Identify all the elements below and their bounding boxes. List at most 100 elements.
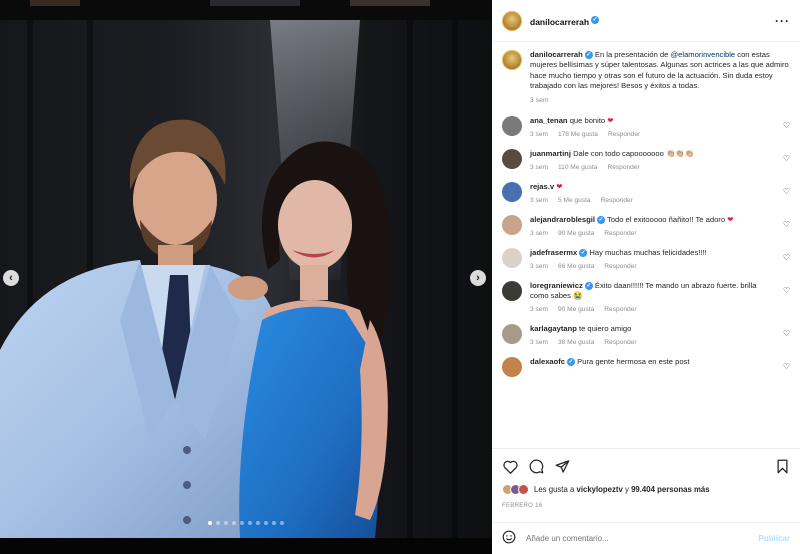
comment-likes[interactable]: 90 Me gusta — [558, 306, 594, 313]
comment-text: Pura gente hermosa en este post — [577, 356, 690, 366]
comment-like-heart-icon[interactable]: ♡ — [783, 329, 790, 338]
bookmark-icon[interactable] — [774, 459, 790, 475]
smiley-icon[interactable] — [502, 530, 516, 547]
commenter-username[interactable]: ana_tenan — [530, 116, 568, 125]
commenter-username[interactable]: alejandraroblesgil — [530, 215, 595, 224]
comment-row: jadefrasermx ✓ Hay muchas muchas felicida… — [502, 247, 790, 270]
more-horizontal-icon[interactable]: ··· — [775, 14, 790, 28]
caption-text-before: En la presentación de — [594, 50, 671, 59]
comments-list[interactable]: danilocarrerah ✓ En la presentación de @e… — [492, 42, 800, 446]
likes-middle: y — [622, 485, 632, 494]
comment-text: Hay muchas muchas felicidades!!!! — [589, 247, 707, 257]
send-icon[interactable] — [554, 459, 570, 475]
commenter-avatar[interactable] — [502, 323, 522, 344]
comment-reply-button[interactable]: Responder — [604, 263, 636, 270]
author-avatar[interactable] — [502, 10, 522, 31]
likes-text: Les gusta a vickylopeztv y 99.404 person… — [534, 485, 710, 494]
comment-text: te quiero amigo — [578, 323, 632, 333]
commenter-avatar[interactable] — [502, 214, 522, 235]
carousel-dot[interactable] — [248, 521, 252, 525]
likes-count-link[interactable]: 99.404 personas más — [631, 485, 709, 494]
comment-like-heart-icon[interactable]: ♡ — [783, 187, 790, 196]
commenter-avatar[interactable] — [502, 181, 522, 202]
comment-meta: 3 sem 178 Me gusta Responder — [530, 131, 776, 138]
commenter-avatar[interactable] — [502, 247, 522, 268]
carousel-dot[interactable] — [240, 521, 244, 525]
commenter-username[interactable]: dalexaofc — [530, 357, 565, 366]
verified-badge-icon: ✓ — [584, 281, 593, 290]
comment-row: karlagaytanp te quiero amigo 3 sem 38 Me g… — [502, 323, 790, 346]
carousel-dots — [0, 521, 492, 525]
likes-prefix: Les gusta a — [534, 485, 577, 494]
comment-meta: 3 sem 110 Me gusta Responder — [530, 164, 776, 171]
post-date: FEBRERO 16 — [502, 503, 543, 509]
comment-like-heart-icon[interactable]: ♡ — [783, 286, 790, 295]
comment-like-heart-icon[interactable]: ♡ — [783, 121, 790, 130]
caption-author-avatar[interactable] — [502, 50, 522, 70]
author-username[interactable]: danilocarrerah — [530, 17, 589, 27]
likes-user-link[interactable]: vickylopeztv — [576, 485, 622, 494]
commenter-username[interactable]: loregraniewicz — [530, 281, 583, 290]
carousel-dot[interactable] — [256, 521, 260, 525]
carousel-dot[interactable] — [272, 521, 276, 525]
verified-badge-icon: ✓ — [597, 215, 605, 224]
comment-like-heart-icon[interactable]: ♡ — [783, 253, 790, 262]
caption-username[interactable]: danilocarrerah — [530, 50, 583, 59]
carousel-dot[interactable] — [224, 521, 228, 525]
commenter-avatar[interactable] — [502, 356, 522, 377]
carousel-dot[interactable] — [264, 521, 268, 525]
comment-likes[interactable]: 90 Me gusta — [558, 230, 594, 237]
comment-like-heart-icon[interactable]: ♡ — [783, 154, 790, 163]
comment-row: ana_tenan que bonito ❤ 3 sem 178 Me gusta R… — [502, 115, 790, 138]
commenter-username[interactable]: karlagaytanp — [530, 324, 577, 333]
carousel-dot[interactable] — [216, 521, 220, 525]
caption-mention-link[interactable]: @elamorinvencible — [670, 50, 735, 59]
comment-reply-button[interactable]: Responder — [604, 306, 636, 313]
commenter-username[interactable]: juanmartinj — [530, 149, 571, 158]
comment-likes[interactable]: 66 Me gusta — [558, 263, 594, 270]
carousel-dot[interactable] — [232, 521, 236, 525]
liker-avatars[interactable] — [502, 484, 529, 495]
add-comment-bar: Publicar — [492, 522, 800, 554]
carousel-dot[interactable] — [208, 521, 212, 525]
add-comment-input[interactable] — [526, 534, 749, 543]
comment-emoji: ❤ — [727, 214, 734, 224]
comment-time: 3 sem — [530, 305, 548, 313]
caption-text: danilocarrerah ✓ En la presentación de @e… — [530, 50, 790, 92]
comment-line: jadefrasermx ✓ Hay muchas muchas felicida… — [530, 248, 776, 258]
commenter-username[interactable]: rejas.v — [530, 182, 554, 191]
carousel-prev-button[interactable]: ‹ — [3, 270, 19, 286]
bottom-strip — [0, 538, 492, 554]
top-strip — [0, 0, 492, 20]
commenter-username[interactable]: jadefrasermx — [530, 248, 577, 257]
comment-likes[interactable]: 178 Me gusta — [558, 131, 598, 138]
comment-likes[interactable]: 5 Me gusta — [558, 197, 591, 204]
carousel-dot[interactable] — [280, 521, 284, 525]
commenter-avatar[interactable] — [502, 280, 522, 301]
comment-reply-button[interactable]: Responder — [601, 197, 633, 204]
comment-body: juanmartinj Dale con todo capooooooo 👏🏼👏… — [530, 149, 776, 171]
comment-icon[interactable] — [528, 459, 544, 475]
comment-like-heart-icon[interactable]: ♡ — [783, 362, 790, 371]
post-photo[interactable] — [0, 20, 492, 538]
comment-likes[interactable]: 110 Me gusta — [558, 164, 597, 171]
carousel-next-button[interactable]: › — [470, 270, 486, 286]
publish-button[interactable]: Publicar — [758, 534, 790, 543]
comment-emoji: 😭 — [573, 290, 583, 300]
comment-reply-button[interactable]: Responder — [604, 339, 636, 346]
comment-meta: 3 sem 66 Me gusta Responder — [530, 263, 776, 270]
commenter-avatar[interactable] — [502, 148, 522, 169]
comment-reply-button[interactable]: Responder — [607, 164, 639, 171]
comment-like-heart-icon[interactable]: ♡ — [783, 220, 790, 229]
comment-emoji: 👏🏼👏🏼👏🏼 — [665, 148, 695, 158]
comment-body: dalexaofc ✓ Pura gente hermosa en este po… — [530, 357, 776, 377]
commenter-avatar[interactable] — [502, 115, 522, 136]
comment-reply-button[interactable]: Responder — [604, 230, 636, 237]
comment-time: 3 sem — [530, 196, 548, 204]
comment-body: loregraniewicz ✓ Éxito daan!!!!!! Te mand… — [530, 281, 776, 313]
verified-badge-icon: ✓ — [591, 16, 600, 25]
heart-icon[interactable] — [502, 459, 518, 475]
verified-badge-icon: ✓ — [567, 357, 576, 366]
comment-reply-button[interactable]: Responder — [608, 131, 640, 138]
comment-likes[interactable]: 38 Me gusta — [558, 339, 594, 346]
